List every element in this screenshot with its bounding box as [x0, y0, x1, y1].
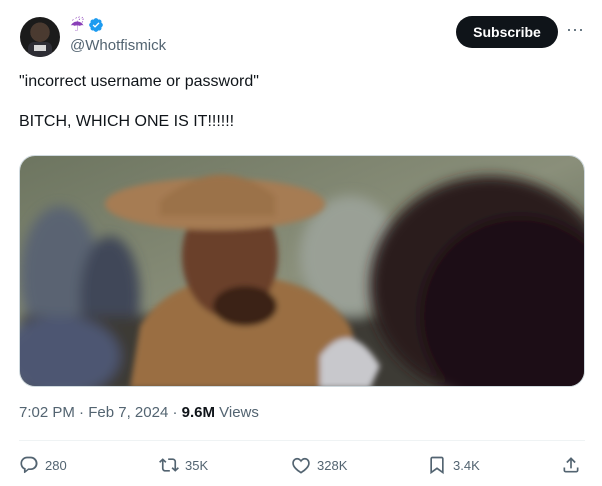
avatar[interactable]: [20, 17, 60, 57]
like-count: 328K: [317, 457, 348, 473]
share-icon: [563, 457, 579, 473]
reply-icon: [20, 456, 38, 474]
repost-icon: [159, 458, 179, 472]
divider: [19, 440, 585, 441]
tweet-actions-bar: 280 35K 328K 3.4K: [19, 452, 585, 478]
tweet-text: "incorrect username or password" BITCH, …: [19, 73, 259, 130]
meta-separator: ·: [74, 404, 89, 421]
views-count: 9.6M: [181, 404, 215, 421]
tweet-media-image[interactable]: [19, 155, 585, 387]
tweet-time[interactable]: 7:02 PM: [19, 404, 75, 421]
media-illustration: [20, 156, 584, 386]
like-button[interactable]: 328K: [291, 452, 347, 478]
reply-count: 280: [45, 457, 67, 473]
display-name-emoji: ☔: [70, 15, 85, 35]
views-label: Views: [214, 404, 259, 421]
bookmark-button[interactable]: 3.4K: [427, 452, 480, 478]
verified-badge-icon: [89, 18, 104, 32]
subscribe-button[interactable]: Subscribe: [456, 16, 558, 48]
reply-button[interactable]: 280: [19, 452, 67, 478]
author-handle[interactable]: @Whotfismick: [70, 37, 166, 54]
bookmark-count: 3.4K: [453, 457, 480, 473]
avatar-shirt-print: [34, 45, 46, 51]
tweet-metadata: 7:02 PM · Feb 7, 2024 · 9.6M Views: [19, 404, 259, 421]
avatar-shirt: [28, 42, 52, 57]
more-icon[interactable]: ···: [566, 20, 584, 40]
bookmark-icon: [430, 456, 444, 475]
share-button[interactable]: [561, 452, 581, 478]
display-name-row[interactable]: ☔: [70, 14, 104, 36]
meta-separator: ·: [168, 404, 182, 421]
tweet-date[interactable]: Feb 7, 2024: [88, 404, 168, 421]
repost-button[interactable]: 35K: [159, 452, 208, 478]
repost-count: 35K: [185, 457, 209, 473]
like-icon: [292, 457, 310, 474]
